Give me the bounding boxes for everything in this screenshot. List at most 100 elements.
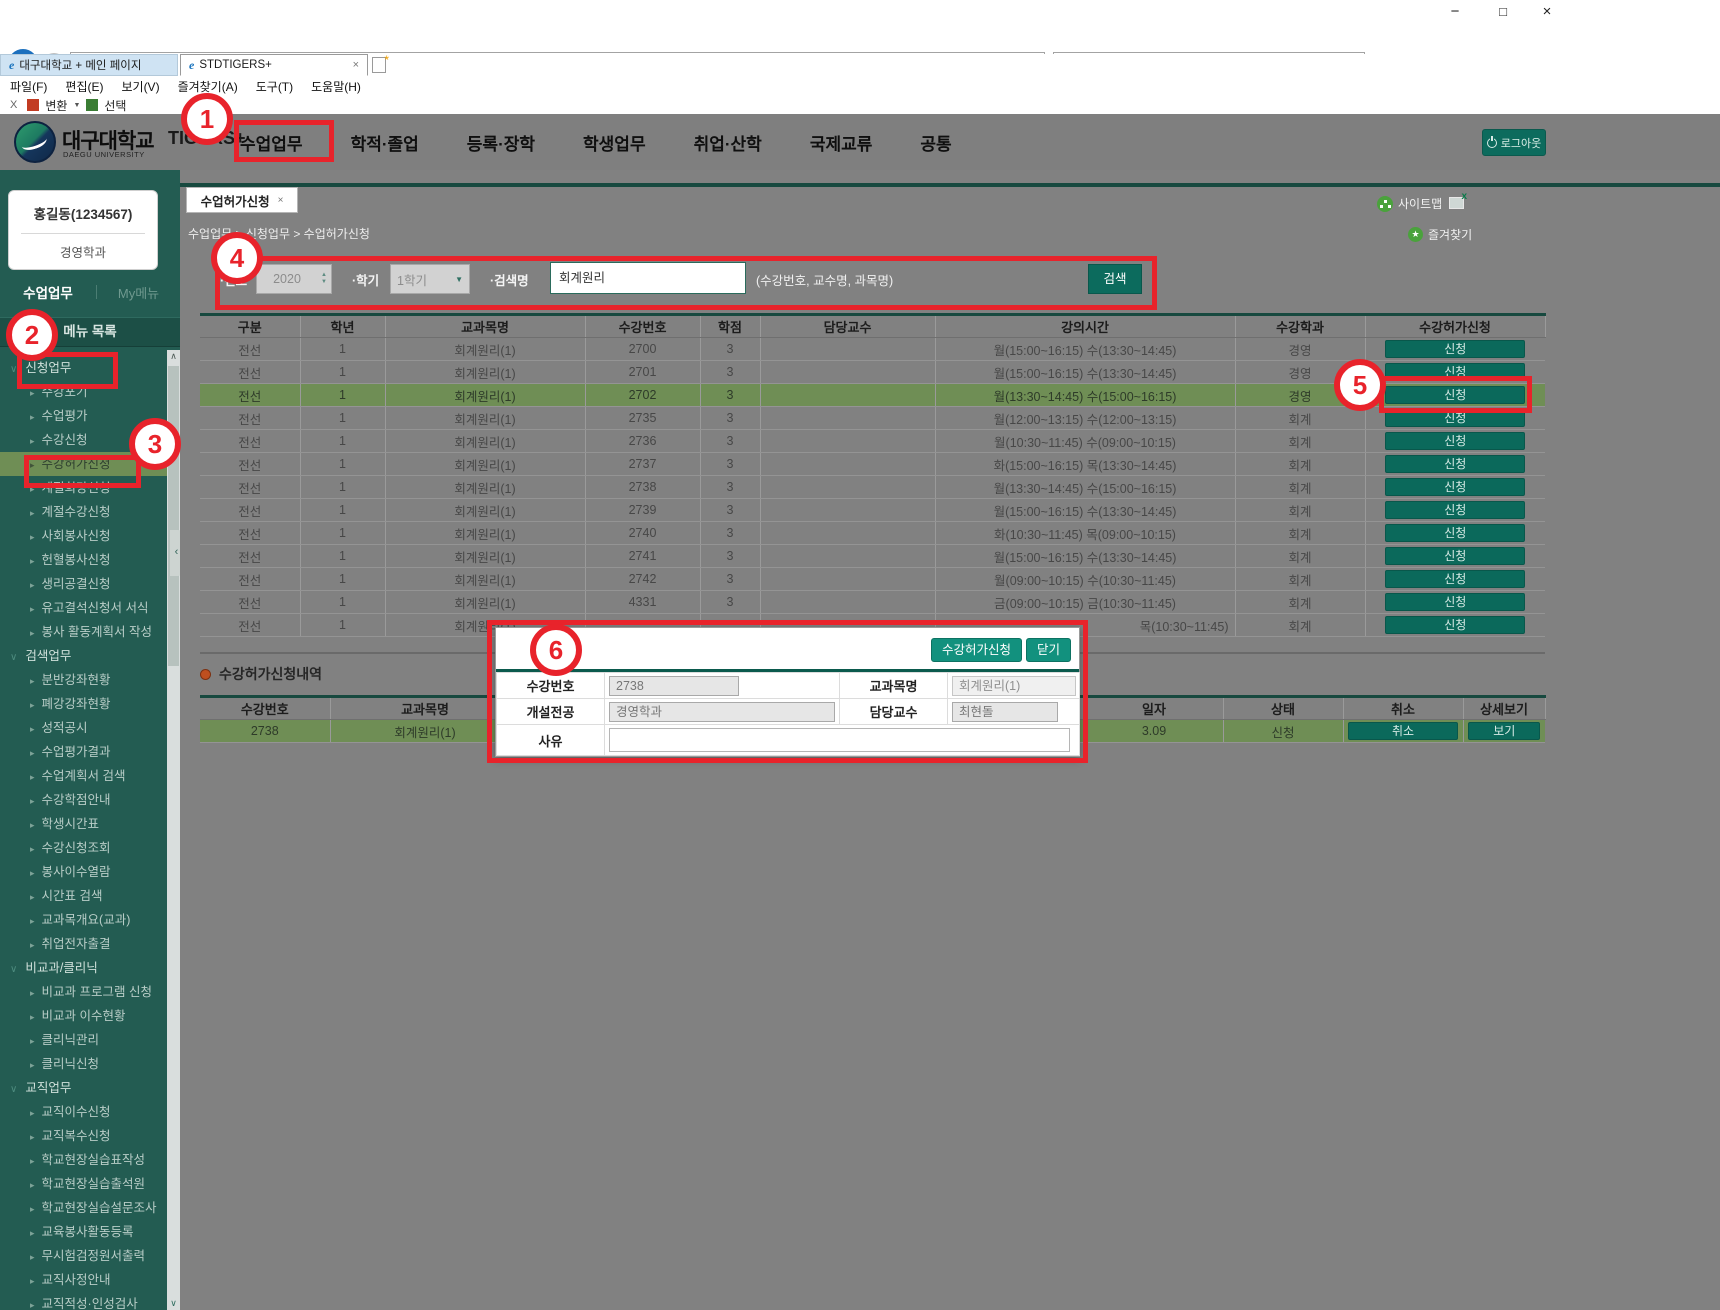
favorites-label[interactable]: 즐겨찾기 (1428, 226, 1472, 243)
menu-item-label[interactable]: 교직이수신청 (42, 1105, 111, 1119)
course-row[interactable]: 전선 1 회계원리(1) 2735 3 월(12:00~13:15) 수(12:… (200, 407, 1545, 430)
scrollbar-thumb[interactable] (168, 366, 179, 666)
sidebar-menu-item[interactable]: ∨비교과/클리닉 (0, 956, 180, 980)
sidebar-menu-item[interactable]: ▸폐강강좌현황 (0, 692, 180, 716)
menu-item-label[interactable]: 비교과 이수현황 (42, 1009, 126, 1023)
window-close-icon[interactable]: × (1532, 2, 1562, 22)
sidebar-menu-item[interactable]: ▸사회봉사신청 (0, 524, 180, 548)
menu-item-label[interactable]: 교육봉사활동등록 (42, 1225, 134, 1239)
menu-item-label[interactable]: 수업계획서 검색 (42, 769, 126, 783)
sidebar-menu-item[interactable]: ▸교직사정안내 (0, 1268, 180, 1292)
menu-item-label[interactable]: 수강신청조회 (42, 841, 111, 855)
browser-menu-item[interactable]: 편집(E) (65, 78, 103, 95)
sidebar-tab-my[interactable]: My메뉴 (97, 283, 180, 302)
apply-button[interactable]: 신청 (1385, 593, 1525, 611)
sidebar-menu-item[interactable]: ▸생리공결신청 (0, 572, 180, 596)
menu-item-label[interactable]: 시간표 검색 (42, 889, 103, 903)
university-logo-icon[interactable] (14, 121, 56, 163)
sidebar-menu-item[interactable]: ▸수강신청조회 (0, 836, 180, 860)
sidebar-menu-item[interactable]: ∨교직업무 (0, 1076, 180, 1100)
apply-button[interactable]: 신청 (1385, 524, 1525, 542)
menu-item-label[interactable]: 교직복수신청 (42, 1129, 111, 1143)
sidebar-menu-item[interactable]: ▸시간표 검색 (0, 884, 180, 908)
menu-item-label[interactable]: 무시험검정원서출력 (42, 1249, 146, 1263)
course-row[interactable]: 전선 1 회계원리(1) 2741 3 월(15:00~16:15) 수(13:… (200, 545, 1545, 568)
window-minimize-icon[interactable]: − (1440, 2, 1470, 22)
browser-tab-main[interactable]: e 대구대학교 + 메인 페이지 (0, 54, 178, 76)
apply-button[interactable]: 신청 (1385, 340, 1525, 358)
menu-item-label[interactable]: 수강학점안내 (42, 793, 111, 807)
page-tab[interactable]: 수업허가신청 × (186, 187, 298, 213)
menu-item-label[interactable]: 교과목개요(교과) (42, 913, 131, 927)
menu-item-label[interactable]: 유고결석신청서 서식 (42, 601, 149, 615)
browser-tab-label[interactable]: 대구대학교 + 메인 페이지 (19, 57, 141, 73)
menu-item-label[interactable]: 검색업무 (25, 649, 71, 663)
menu-item-label[interactable]: 교직사정안내 (42, 1273, 111, 1287)
browser-menu-item[interactable]: 도움말(H) (311, 78, 361, 95)
sidebar-menu-item[interactable]: ▸봉사 활동계획서 작성 (0, 620, 180, 644)
detail-button[interactable]: 보기 (1468, 722, 1540, 740)
apply-button[interactable]: 신청 (1385, 455, 1525, 473)
menu-item-label[interactable]: 클리닉신청 (42, 1057, 100, 1071)
menu-item-label[interactable]: 비교과 프로그램 신청 (42, 985, 152, 999)
browser-tab-label[interactable]: STDTIGERS+ (199, 59, 272, 71)
top-nav-item[interactable]: 취업·산학 (694, 130, 762, 155)
apply-button[interactable]: 신청 (1385, 570, 1525, 588)
sidebar-menu-item[interactable]: ▸교직이수신청 (0, 1100, 180, 1124)
menu-item-label[interactable]: 성적공시 (42, 721, 88, 735)
sidebar-menu-item[interactable]: ∨검색업무 (0, 644, 180, 668)
apply-button[interactable]: 신청 (1385, 478, 1525, 496)
menu-item-label[interactable]: 수강신청 (42, 433, 88, 447)
top-nav-item[interactable]: 학생업무 (583, 130, 646, 155)
sidebar-menu-item[interactable]: ▸헌혈봉사신청 (0, 548, 180, 572)
menu-item-label[interactable]: 학교현장실습표작성 (42, 1153, 146, 1167)
apply-button[interactable]: 신청 (1385, 432, 1525, 450)
apply-button[interactable]: 신청 (1385, 616, 1525, 634)
scroll-down-icon[interactable]: ∨ (167, 1298, 180, 1309)
sidebar-tab-work[interactable]: 수업업무 (0, 282, 96, 302)
menu-item-label[interactable]: 생리공결신청 (42, 577, 111, 591)
sidebar-menu-item[interactable]: ▸학교현장실습표작성 (0, 1148, 180, 1172)
sidebar-menu-item[interactable]: ▸수업계획서 검색 (0, 764, 180, 788)
sidebar-menu-item[interactable]: ▸봉사이수열람 (0, 860, 180, 884)
sidebar-menu-item[interactable]: ▸클리닉신청 (0, 1052, 180, 1076)
sidebar-menu-item[interactable]: ▸교직복수신청 (0, 1124, 180, 1148)
page-tab-label[interactable]: 수업허가신청 (201, 191, 270, 210)
course-row[interactable]: 전선 1 회계원리(1) 2700 3 월(15:00~16:15) 수(13:… (200, 338, 1545, 361)
sidebar-menu-item[interactable]: ▸학생시간표 (0, 812, 180, 836)
menu-item-label[interactable]: 학교현장실습설문조사 (42, 1201, 157, 1215)
menu-item-label[interactable]: 교직적성·인성검사 (42, 1297, 138, 1310)
menu-item-label[interactable]: 학생시간표 (42, 817, 100, 831)
menu-item-label[interactable]: 취업전자출결 (42, 937, 111, 951)
course-row[interactable]: 전선 1 회계원리(1) 2740 3 화(10:30~11:45) 목(09:… (200, 522, 1545, 545)
menu-item-label[interactable]: 클리닉관리 (42, 1033, 100, 1047)
course-row[interactable]: 전선 1 회계원리(1) 2738 3 월(13:30~14:45) 수(15:… (200, 476, 1545, 499)
sitemap-link[interactable]: 사이트맵 (1377, 195, 1442, 212)
top-nav-item[interactable]: 국제교류 (810, 130, 873, 155)
browser-tab-tigers[interactable]: e STDTIGERS+ × (180, 54, 368, 76)
cancel-button[interactable]: 취소 (1348, 722, 1458, 740)
menu-item-label[interactable]: 봉사 활동계획서 작성 (42, 625, 152, 639)
apply-button[interactable]: 신청 (1385, 501, 1525, 519)
favorites-link[interactable]: ★ 즐겨찾기 (1408, 226, 1472, 243)
course-row[interactable]: 전선 1 회계원리(1) 2742 3 월(09:00~10:15) 수(10:… (200, 568, 1545, 591)
menu-item-label[interactable]: 학교현장실습출석원 (42, 1177, 146, 1191)
menu-item-label[interactable]: 분반강좌현황 (42, 673, 111, 687)
sidebar-menu-item[interactable]: ▸수강학점안내 (0, 788, 180, 812)
sitemap-label[interactable]: 사이트맵 (1398, 195, 1442, 212)
menu-item-label[interactable]: 사회봉사신청 (42, 529, 111, 543)
browser-menu-item[interactable]: 파일(F) (10, 78, 47, 95)
browser-menu-item[interactable]: 도구(T) (256, 78, 293, 95)
convert-dropdown-icon[interactable]: ▼ (73, 102, 80, 109)
sidebar-menu-item[interactable]: ▸비교과 이수현황 (0, 1004, 180, 1028)
top-nav-item[interactable]: 공통 (920, 130, 951, 155)
sidebar-menu-item[interactable]: ▸취업전자출결 (0, 932, 180, 956)
browser-menu-item[interactable]: 즐겨찾기(A) (178, 78, 238, 95)
sidebar-menu-item[interactable]: ▸수업평가결과 (0, 740, 180, 764)
menu-item-label[interactable]: 헌혈봉사신청 (42, 553, 111, 567)
sidebar-menu-item[interactable]: ▸교직적성·인성검사 (0, 1292, 180, 1310)
page-tab-close-icon[interactable]: × (278, 195, 284, 206)
menu-item-label[interactable]: 폐강강좌현황 (42, 697, 111, 711)
window-maximize-icon[interactable]: □ (1488, 2, 1518, 22)
convert-button[interactable]: 변환 (45, 97, 67, 114)
